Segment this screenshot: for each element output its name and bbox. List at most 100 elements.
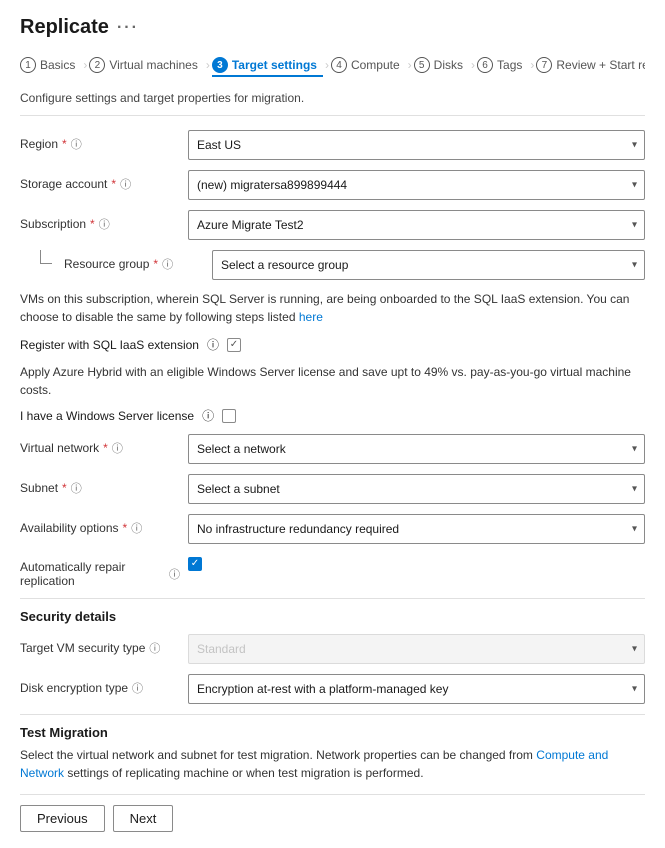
subnet-required: * — [62, 481, 67, 495]
subnet-dropdown-container: Select a subnet ▾ — [188, 474, 645, 504]
previous-button[interactable]: Previous — [20, 805, 105, 832]
storage-account-dropdown[interactable]: (new) migratersa899899444 — [188, 170, 645, 200]
test-migration-divider — [20, 714, 645, 715]
step-num-3: 3 — [212, 57, 228, 73]
storage-account-dropdown-container: (new) migratersa899899444 ▾ — [188, 170, 645, 200]
avail-required: * — [123, 521, 128, 535]
wizard-step-compute[interactable]: 4 Compute — [331, 53, 406, 77]
register-sql-label: Register with SQL IaaS extension — [20, 338, 199, 352]
subnet-label: Subnet * ⓘ — [20, 474, 180, 496]
register-sql-checkbox[interactable] — [227, 338, 241, 352]
indent-line — [40, 250, 56, 264]
page-container: Replicate ··· 1 Basics › 2 Virtual machi… — [0, 0, 665, 848]
resource-group-row: Resource group * ⓘ Select a resource gro… — [20, 250, 645, 280]
storage-account-row: Storage account * ⓘ (new) migratersa8998… — [20, 170, 645, 200]
step-label-7: Review + Start replication — [556, 58, 645, 72]
next-button[interactable]: Next — [113, 805, 174, 832]
sql-info-box: VMs on this subscription, wherein SQL Se… — [20, 290, 645, 326]
avail-info-icon[interactable]: ⓘ — [131, 520, 142, 536]
subscription-label: Subscription * ⓘ — [20, 210, 180, 232]
availability-dropdown[interactable]: No infrastructure redundancy required — [188, 514, 645, 544]
step-sep-4: › — [408, 58, 412, 72]
target-vm-security-row: Target VM security type ⓘ Standard ▾ — [20, 634, 645, 664]
resource-group-dropdown[interactable]: Select a resource group — [212, 250, 645, 280]
page-title-ellipsis: ··· — [117, 19, 139, 37]
target-vm-security-dropdown[interactable]: Standard — [188, 634, 645, 664]
virtual-network-label: Virtual network * ⓘ — [20, 434, 180, 456]
step-num-4: 4 — [331, 57, 347, 73]
subscription-row: Subscription * ⓘ Azure Migrate Test2 ▾ — [20, 210, 645, 240]
security-header: Security details — [20, 609, 645, 624]
step-label-3: Target settings — [232, 58, 317, 72]
wizard-step-basics[interactable]: 1 Basics — [20, 53, 81, 77]
virtual-network-dropdown[interactable]: Select a network — [188, 434, 645, 464]
auto-repair-checkbox[interactable] — [188, 557, 202, 571]
region-label: Region * ⓘ — [20, 130, 180, 152]
wizard-step-vms[interactable]: 2 Virtual machines — [89, 53, 204, 77]
resource-group-dropdown-container: Select a resource group ▾ — [212, 250, 645, 280]
wizard-step-disks[interactable]: 5 Disks — [414, 53, 469, 77]
disk-encryption-info-icon[interactable]: ⓘ — [132, 680, 143, 696]
wizard-steps: 1 Basics › 2 Virtual machines › 3 Target… — [20, 53, 645, 77]
sql-info-link[interactable]: here — [299, 310, 323, 324]
region-dropdown[interactable]: East US — [188, 130, 645, 160]
auto-repair-label: Automatically repair replication ⓘ — [20, 554, 180, 588]
footer-buttons: Previous Next — [20, 794, 645, 832]
resource-group-required: * — [153, 257, 158, 271]
availability-options-label: Availability options * ⓘ — [20, 514, 180, 536]
step-label-1: Basics — [40, 58, 75, 72]
target-vm-security-dropdown-container: Standard ▾ — [188, 634, 645, 664]
subnet-row: Subnet * ⓘ Select a subnet ▾ — [20, 474, 645, 504]
sql-register-row: Register with SQL IaaS extension ⓘ — [20, 336, 645, 353]
disk-encryption-dropdown-container: Encryption at-rest with a platform-manag… — [188, 674, 645, 704]
step-label-4: Compute — [351, 58, 400, 72]
auto-repair-info-icon[interactable]: ⓘ — [169, 566, 180, 582]
auto-repair-row: Automatically repair replication ⓘ — [20, 554, 645, 588]
region-row: Region * ⓘ East US ▾ — [20, 130, 645, 160]
step-sep-2: › — [206, 58, 210, 72]
storage-required: * — [111, 177, 116, 191]
availability-dropdown-container: No infrastructure redundancy required ▾ — [188, 514, 645, 544]
page-title-row: Replicate ··· — [20, 16, 645, 39]
windows-license-checkbox[interactable] — [222, 409, 236, 423]
step-num-2: 2 — [89, 57, 105, 73]
wizard-step-review[interactable]: 7 Review + Start replication — [536, 53, 645, 77]
availability-options-row: Availability options * ⓘ No infrastructu… — [20, 514, 645, 544]
region-dropdown-container: East US ▾ — [188, 130, 645, 160]
virtual-network-dropdown-container: Select a network ▾ — [188, 434, 645, 464]
step-num-5: 5 — [414, 57, 430, 73]
virtual-network-row: Virtual network * ⓘ Select a network ▾ — [20, 434, 645, 464]
windows-license-info-icon[interactable]: ⓘ — [202, 407, 214, 424]
subnet-dropdown[interactable]: Select a subnet — [188, 474, 645, 504]
windows-license-row: I have a Windows Server license ⓘ — [20, 407, 645, 424]
region-info-icon[interactable]: ⓘ — [71, 136, 82, 152]
step-num-7: 7 — [536, 57, 552, 73]
storage-account-label: Storage account * ⓘ — [20, 170, 180, 192]
test-migration-header: Test Migration — [20, 725, 645, 740]
windows-license-label: I have a Windows Server license — [20, 409, 194, 423]
subnet-info-icon[interactable]: ⓘ — [71, 480, 82, 496]
indent-bracket — [40, 250, 52, 264]
wizard-step-tags[interactable]: 6 Tags — [477, 53, 528, 77]
subscription-dropdown[interactable]: Azure Migrate Test2 — [188, 210, 645, 240]
resource-group-info-icon[interactable]: ⓘ — [162, 256, 173, 272]
auto-repair-control — [188, 554, 645, 571]
subscription-required: * — [90, 217, 95, 231]
section-description: Configure settings and target properties… — [20, 91, 645, 116]
region-required: * — [62, 137, 67, 151]
target-vm-info-icon[interactable]: ⓘ — [149, 640, 160, 656]
target-vm-security-label: Target VM security type ⓘ — [20, 634, 180, 656]
storage-info-icon[interactable]: ⓘ — [120, 176, 131, 192]
wizard-step-target[interactable]: 3 Target settings — [212, 53, 323, 77]
vnet-info-icon[interactable]: ⓘ — [112, 440, 123, 456]
disk-encryption-dropdown[interactable]: Encryption at-rest with a platform-manag… — [188, 674, 645, 704]
vnet-required: * — [103, 441, 108, 455]
step-label-6: Tags — [497, 58, 522, 72]
subscription-info-icon[interactable]: ⓘ — [99, 216, 110, 232]
step-sep-6: › — [530, 58, 534, 72]
register-sql-info-icon[interactable]: ⓘ — [207, 336, 219, 353]
disk-encryption-row: Disk encryption type ⓘ Encryption at-res… — [20, 674, 645, 704]
step-num-6: 6 — [477, 57, 493, 73]
resource-group-label: Resource group * ⓘ — [64, 250, 204, 272]
step-num-1: 1 — [20, 57, 36, 73]
